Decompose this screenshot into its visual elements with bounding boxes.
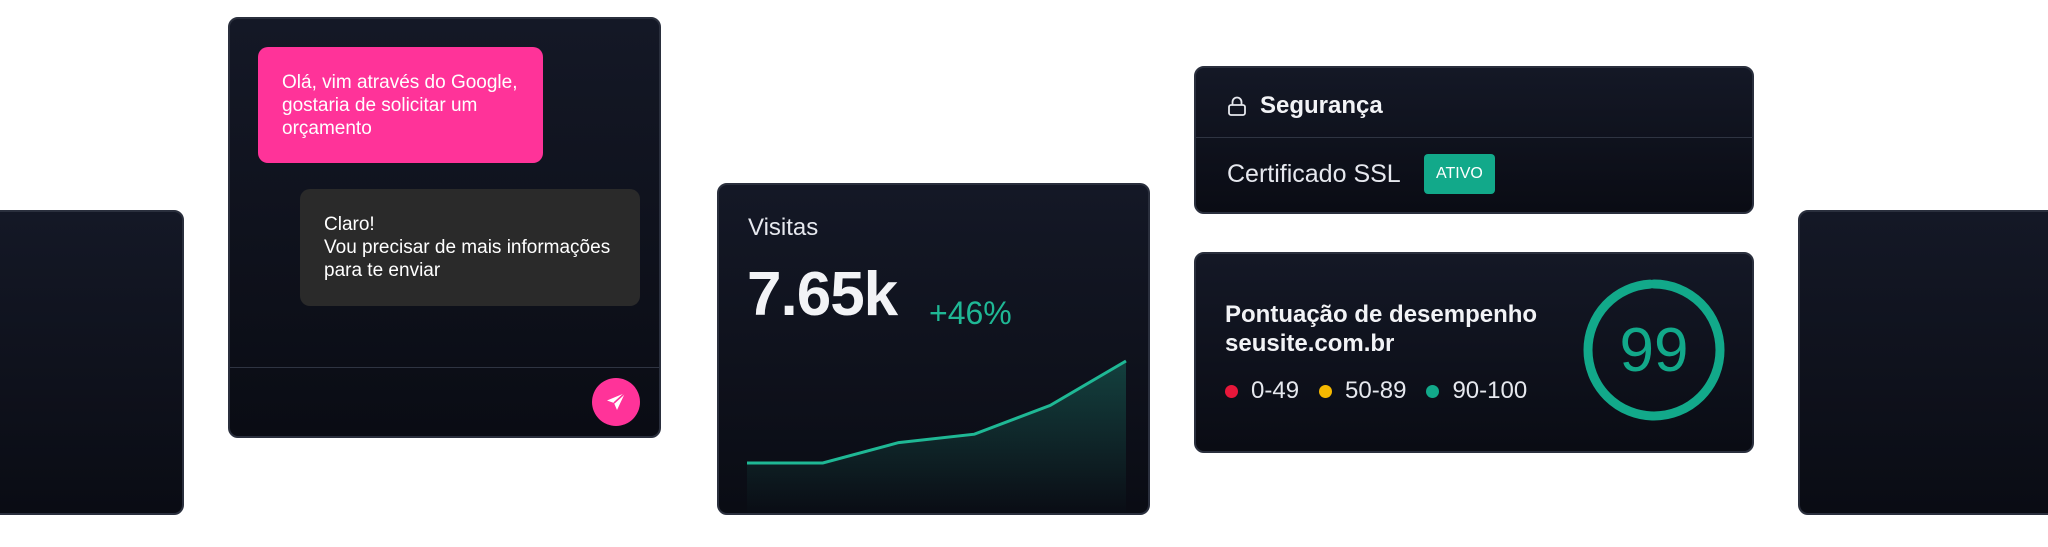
performance-site-url: seusite.com.br (1225, 330, 1395, 357)
legend-label: 90-100 (1452, 377, 1528, 404)
legend-item-good: 90-100 (1426, 377, 1527, 405)
security-card: Segurança Certificado SSL ATIVO (1194, 66, 1754, 214)
security-header: Segurança (1226, 92, 1383, 120)
legend-dot-red (1225, 384, 1238, 398)
send-button[interactable] (592, 378, 640, 426)
legend-item-poor: 0-49 (1225, 377, 1299, 405)
paper-plane-icon (607, 392, 626, 410)
visits-title: Visitas (748, 214, 819, 241)
chat-divider (230, 367, 659, 368)
visits-value: 7.65k (747, 260, 898, 329)
security-divider (1196, 137, 1752, 138)
legend-dot-green (1426, 384, 1440, 398)
performance-score: 99 (1619, 315, 1689, 385)
performance-title: Pontuação de desempenho seusite.com.br (1225, 300, 1537, 358)
legend-item-average: 50-89 (1319, 377, 1406, 405)
chat-card: Olá, vim através do Google, gostaria de … (228, 17, 661, 438)
visits-trend-chart (747, 359, 1127, 513)
lock-icon (1228, 96, 1246, 116)
visits-change: +46% (929, 295, 1012, 331)
score-legend: 0-49 50-89 90-100 (1225, 377, 1527, 405)
performance-card: Pontuação de desempenho seusite.com.br 0… (1194, 252, 1754, 453)
decorative-panel-left (0, 210, 184, 515)
ssl-status-badge: ATIVO (1424, 154, 1495, 194)
legend-dot-yellow (1319, 384, 1333, 398)
reply-message-bubble: Claro! Vou precisar de mais informações … (300, 189, 640, 306)
visits-card: Visitas 7.65k +46% (717, 183, 1150, 515)
decorative-panel-right (1798, 210, 2048, 515)
ssl-label: Certificado SSL (1227, 160, 1401, 188)
legend-label: 0-49 (1251, 377, 1300, 404)
legend-label: 50-89 (1345, 377, 1407, 404)
user-message-bubble: Olá, vim através do Google, gostaria de … (258, 47, 543, 163)
security-title: Segurança (1260, 92, 1383, 119)
performance-title-line: Pontuação de desempenho (1225, 301, 1538, 328)
